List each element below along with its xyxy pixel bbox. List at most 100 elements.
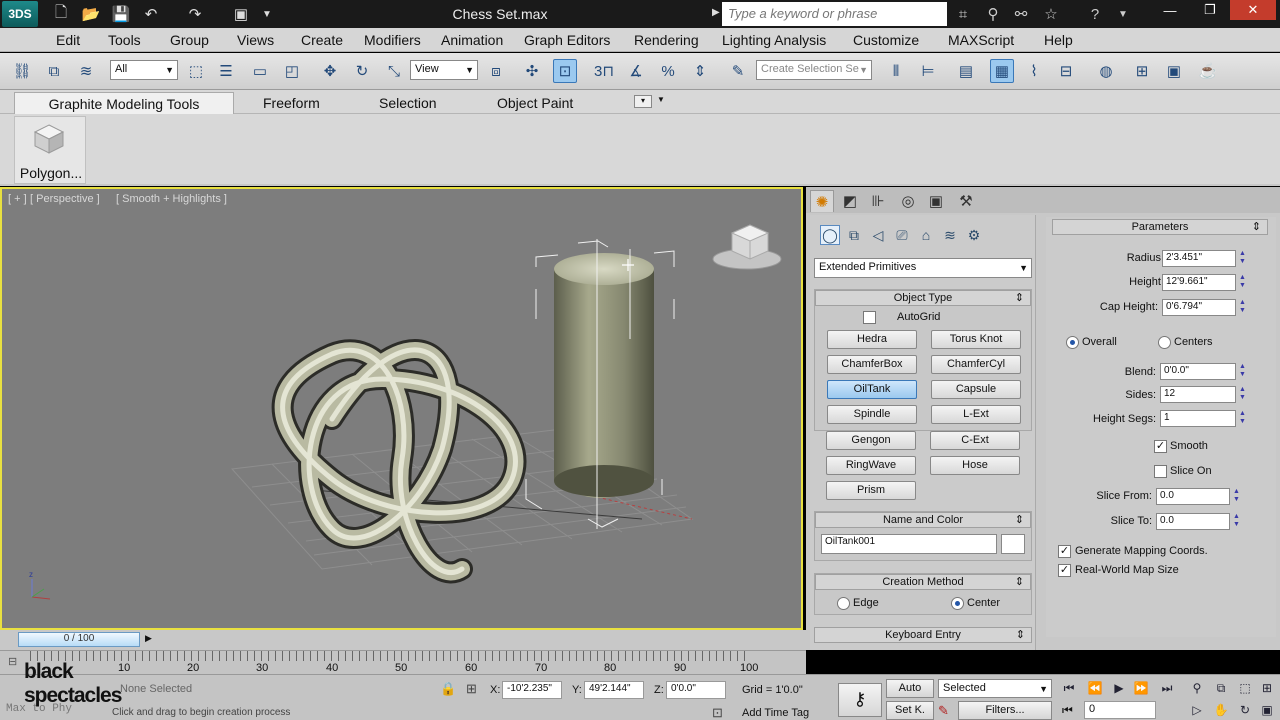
tab-graphite-modeling-tools[interactable]: Graphite Modeling Tools xyxy=(14,92,234,114)
selection-filter-dropdown[interactable]: All ▼ xyxy=(110,60,178,80)
bind-space-warp-icon[interactable]: ≋ xyxy=(74,59,98,83)
object-color-swatch[interactable] xyxy=(1001,534,1025,554)
viewcube[interactable] xyxy=(712,224,782,270)
snaps-toggle-icon[interactable]: 3 ⊓ xyxy=(592,59,616,83)
slice-from-spinner-icon[interactable]: ▲ ▼ xyxy=(1232,488,1241,505)
key-mode-toggle-icon[interactable]: ⏮ xyxy=(1062,703,1073,718)
menu-views[interactable]: Views xyxy=(237,32,274,48)
mirror-icon[interactable]: ⫴ xyxy=(884,59,908,83)
layer-manager-icon[interactable]: ▤ xyxy=(954,59,978,83)
modify-tab-icon[interactable]: ◩ xyxy=(838,190,862,212)
menu-create[interactable]: Create xyxy=(301,32,343,48)
y-coordinate-field[interactable]: 49'2.144" xyxy=(584,681,644,699)
radius-field[interactable]: 2'3.451" xyxy=(1162,250,1236,267)
selection-lock-icon[interactable]: 🔒 xyxy=(440,681,456,697)
previous-frame-icon[interactable]: ⏪ xyxy=(1084,680,1106,696)
zoom-all-icon[interactable]: ⧉ xyxy=(1210,680,1232,696)
systems-icon[interactable]: ⚙ xyxy=(964,225,984,245)
tab-object-paint[interactable]: Object Paint xyxy=(497,95,573,111)
redo-icon[interactable]: ↷ xyxy=(184,4,206,24)
slice-on-checkbox[interactable] xyxy=(1154,465,1167,478)
center-radio[interactable] xyxy=(951,597,964,610)
manipulate-icon[interactable]: ✣ xyxy=(520,59,544,83)
angle-snap-icon[interactable]: ∡ xyxy=(624,59,648,83)
lights-icon[interactable]: ◁ xyxy=(868,225,888,245)
close-icon[interactable]: ✕ xyxy=(1230,0,1276,20)
slice-to-spinner-icon[interactable]: ▲ ▼ xyxy=(1232,513,1241,530)
next-frame-icon[interactable]: ⏩ xyxy=(1130,680,1152,696)
radius-spinner-icon[interactable]: ▲ ▼ xyxy=(1238,250,1247,267)
reference-coordinate-dropdown[interactable]: View ▼ xyxy=(410,60,478,80)
hose-button[interactable]: Hose xyxy=(930,456,1020,475)
rectangular-selection-icon[interactable]: ▭ xyxy=(248,59,272,83)
geometry-icon[interactable]: ◯ xyxy=(820,225,840,245)
centers-radio[interactable] xyxy=(1158,336,1171,349)
tab-selection[interactable]: Selection xyxy=(379,95,437,111)
menu-customize[interactable]: Customize xyxy=(853,32,919,48)
communication-center-icon[interactable]: ⚯ xyxy=(1010,4,1032,24)
gengon-button[interactable]: Gengon xyxy=(826,431,916,450)
spindle-button[interactable]: Spindle xyxy=(827,405,917,424)
search-input[interactable]: Type a keyword or phrase xyxy=(722,2,947,26)
object-name-field[interactable]: OilTank001 xyxy=(821,534,997,554)
edit-named-selection-icon[interactable]: ✎ xyxy=(726,59,750,83)
menu-lighting-analysis[interactable]: Lighting Analysis xyxy=(722,32,826,48)
absolute-mode-icon[interactable]: ⊞ xyxy=(466,681,477,697)
height-spinner-icon[interactable]: ▲ ▼ xyxy=(1238,274,1247,291)
hedra-button[interactable]: Hedra xyxy=(827,330,917,349)
x-coordinate-field[interactable]: -10'2.235" xyxy=(502,681,562,699)
favorites-star-icon[interactable]: ☆ xyxy=(1040,4,1062,24)
rotate-icon[interactable]: ↻ xyxy=(350,59,374,83)
autogrid-checkbox[interactable] xyxy=(863,311,876,324)
quick-access-dropdown-icon[interactable]: ▼ xyxy=(256,4,278,24)
z-coordinate-field[interactable]: 0'0.0" xyxy=(666,681,726,699)
key-icon[interactable]: ⚷ xyxy=(838,683,882,717)
menu-help[interactable]: Help xyxy=(1044,32,1073,48)
tab-freeform[interactable]: Freeform xyxy=(263,95,320,111)
menu-group[interactable]: Group xyxy=(170,32,209,48)
key-filters-button[interactable]: Filters... xyxy=(958,701,1052,720)
ringwave-button[interactable]: RingWave xyxy=(826,456,916,475)
c-ext-button[interactable]: C-Ext xyxy=(930,431,1020,450)
auto-key-button[interactable]: Auto xyxy=(886,679,934,698)
object-type-header[interactable]: Object Type ⇕ xyxy=(815,290,1031,306)
parameters-header[interactable]: Parameters ⇕ xyxy=(1052,219,1268,235)
keyboard-shortcut-override-icon[interactable]: ⊡ xyxy=(553,59,577,83)
render-setup-icon[interactable]: ⊞ xyxy=(1130,59,1154,83)
time-tag-icon[interactable]: ⊡ xyxy=(712,705,723,720)
cameras-icon[interactable]: ⎚ xyxy=(892,225,912,245)
add-time-tag[interactable]: Add Time Tag xyxy=(742,707,809,719)
geometry-category-dropdown[interactable]: Extended Primitives ▼ xyxy=(814,258,1032,278)
slice-to-field[interactable]: 0.0 xyxy=(1156,513,1230,530)
pivot-center-icon[interactable]: ⧈ xyxy=(484,59,508,83)
menu-rendering[interactable]: Rendering xyxy=(634,32,699,48)
open-folder-icon[interactable]: 📂 xyxy=(80,4,102,24)
prism-button[interactable]: Prism xyxy=(826,481,916,500)
ribbon-options-icon[interactable]: ▾ xyxy=(634,95,652,108)
subscription-key-icon[interactable]: ⚲ xyxy=(982,4,1004,24)
ribbon-dropdown-icon[interactable]: ▼ xyxy=(657,95,665,104)
display-tab-icon[interactable]: ▣ xyxy=(924,190,948,212)
zoom-icon[interactable]: ⚲ xyxy=(1186,680,1208,696)
zoom-extents-all-icon[interactable]: ⊞ xyxy=(1256,680,1278,696)
blend-spinner-icon[interactable]: ▲ ▼ xyxy=(1238,363,1247,380)
orbit-icon[interactable]: ↻ xyxy=(1234,702,1256,718)
graphite-toggle-icon[interactable]: ▦ xyxy=(990,59,1014,83)
cap-height-field[interactable]: 0'6.794" xyxy=(1162,299,1236,316)
capsule-button[interactable]: Capsule xyxy=(931,380,1021,399)
percent-snap-icon[interactable]: % xyxy=(656,59,680,83)
binoculars-icon[interactable]: ⌗ xyxy=(952,4,974,24)
helpers-icon[interactable]: ⌂ xyxy=(916,225,936,245)
keyboard-entry-header[interactable]: Keyboard Entry ⇕ xyxy=(814,627,1032,643)
create-tab-icon[interactable]: ✺ xyxy=(810,190,834,212)
generate-mapping-checkbox[interactable]: ✓ xyxy=(1058,545,1071,558)
scale-icon[interactable]: ⤡ xyxy=(382,59,406,83)
utilities-tab-icon[interactable]: ⚒ xyxy=(954,190,978,212)
spinner-snap-icon[interactable]: ⇕ xyxy=(688,59,712,83)
sides-spinner-icon[interactable]: ▲ ▼ xyxy=(1238,386,1247,403)
menu-maxscript[interactable]: MAXScript xyxy=(948,32,1014,48)
app-logo-button[interactable]: 3DS xyxy=(2,1,38,27)
height-segs-spinner-icon[interactable]: ▲ ▼ xyxy=(1238,410,1247,427)
blend-field[interactable]: 0'0.0" xyxy=(1160,363,1236,380)
slice-from-field[interactable]: 0.0 xyxy=(1156,488,1230,505)
